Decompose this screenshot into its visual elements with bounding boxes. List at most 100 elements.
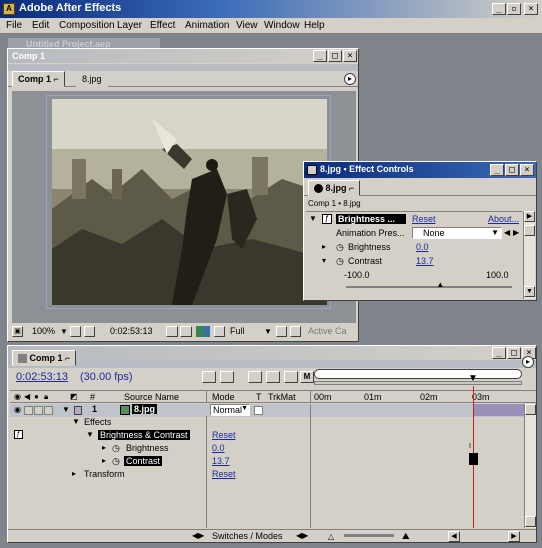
tl-scroll-down-arrow-icon[interactable] <box>525 516 536 527</box>
zoom-out-mountain-icon[interactable]: △ <box>328 532 338 541</box>
tab-comp-1[interactable]: Comp 1 ⌐ <box>12 71 65 87</box>
fx-anim-presets-select[interactable]: None ▼ <box>412 227 502 239</box>
switches-right-arrow-icon[interactable]: ◀▶ <box>296 531 308 540</box>
fx-scrollbar[interactable]: ▶ ▼ <box>523 211 535 299</box>
brightness-expand-icon[interactable]: ▸ <box>102 443 106 452</box>
fx-tab-8jpg[interactable]: 8.jpg ⌐ <box>308 180 361 196</box>
tab-8jpg[interactable]: 8.jpg <box>76 71 108 87</box>
transform-reset-link[interactable]: Reset <box>212 469 236 479</box>
transform-expand-icon[interactable]: ▸ <box>72 469 76 478</box>
effect-expand-icon[interactable]: ▼ <box>86 430 94 439</box>
fx-contrast-slider-track[interactable]: ▲ <box>346 280 512 289</box>
fx-contrast-value[interactable]: 13.7 <box>416 256 434 266</box>
fx-contrast-collapse-icon[interactable]: ▾ <box>322 256 326 265</box>
effect-reset-link[interactable]: Reset <box>212 430 236 440</box>
comp-window-titlebar[interactable]: Comp 1 _ □ × <box>8 49 358 63</box>
tl-motion-blur-icon[interactable]: M <box>300 371 314 383</box>
brightness-property-row[interactable]: ▸ ◷ Brightness 0.0 <box>10 443 310 456</box>
fx-contrast-stopwatch-icon[interactable]: ◷ <box>336 256 344 267</box>
menu-composition[interactable]: Composition <box>59 20 115 31</box>
layer-label-color[interactable] <box>74 406 82 415</box>
rgb-channel-icon[interactable] <box>196 326 210 337</box>
fx-window-titlebar[interactable]: 8.jpg • Effect Controls _ □ × <box>304 162 536 178</box>
effect-name[interactable]: Brightness & Contrast <box>98 430 190 440</box>
layer-lock-toggle[interactable] <box>44 406 53 415</box>
fx-about-link[interactable]: About... <box>488 214 519 224</box>
comp-menu-arrow-icon[interactable]: ▸ <box>344 73 356 85</box>
menu-view[interactable]: View <box>236 20 258 31</box>
fx-close-button[interactable]: × <box>520 164 534 176</box>
zoom-dropdown-icon[interactable]: ▼ <box>60 327 68 336</box>
tl-scroll-up-arrow-icon[interactable] <box>525 404 536 415</box>
tl-frame-blending-icon[interactable] <box>284 371 298 383</box>
fx-scroll-thumb[interactable] <box>524 225 535 236</box>
menu-animation[interactable]: Animation <box>185 20 229 31</box>
layer-row-1[interactable]: ◉ ▼ 1 8.jpg Normal ▼ <box>10 404 536 417</box>
timeline-timecode[interactable]: 0:02:53:13 <box>16 371 68 383</box>
comp-options-icon[interactable]: ▣ <box>12 326 23 337</box>
effects-group-row[interactable]: ▼ Effects <box>10 417 310 430</box>
fx-expand-triangle-icon[interactable]: ▼ <box>309 214 317 223</box>
safe-zones-icon[interactable] <box>70 326 81 337</box>
col-source-name[interactable]: Source Name <box>124 392 179 402</box>
fx-enable-icon[interactable]: ƒ <box>322 214 332 224</box>
layer-visibility-eye-icon[interactable]: ◉ <box>14 405 21 414</box>
tl-comp-flowchart-icon[interactable] <box>202 371 216 383</box>
show-snapshot-icon[interactable] <box>180 326 192 337</box>
current-time-indicator-head-icon[interactable]: ▼ <box>468 373 478 384</box>
menu-layer[interactable]: Layer <box>117 20 142 31</box>
zoom-value[interactable]: 100% <box>32 326 55 336</box>
region-of-interest-icon[interactable] <box>276 326 287 337</box>
layer-audio-toggle[interactable] <box>24 406 33 415</box>
fx-maximize-button[interactable]: □ <box>505 164 519 176</box>
brightness-value[interactable]: 0.0 <box>212 443 225 453</box>
comp-close-button[interactable]: × <box>343 50 357 62</box>
contrast-expand-icon[interactable]: ▸ <box>102 456 106 465</box>
effects-expand-icon[interactable]: ▼ <box>72 417 80 426</box>
time-navigator-bar[interactable] <box>314 381 522 385</box>
comp-timecode[interactable]: 0:02:53:13 <box>110 326 153 336</box>
minimize-button[interactable]: _ <box>492 3 506 15</box>
menu-effect[interactable]: Effect <box>150 20 175 31</box>
brightness-stopwatch-icon[interactable]: ◷ <box>112 443 120 454</box>
tl-draft-3d-icon[interactable] <box>248 371 262 383</box>
tl-shy-layers-icon[interactable] <box>266 371 280 383</box>
snapshot-icon[interactable] <box>166 326 178 337</box>
resolution-value[interactable]: Full <box>230 326 245 336</box>
contrast-stopwatch-icon[interactable]: ◷ <box>112 456 120 467</box>
menu-window[interactable]: Window <box>264 20 300 31</box>
fx-prev-preset-icon[interactable]: ◀ <box>504 228 510 237</box>
timeline-vertical-scrollbar[interactable] <box>524 404 536 528</box>
restore-button[interactable]: ▫ <box>507 3 521 15</box>
contrast-property-row[interactable]: ▸ ◷ Contrast 13.7 <box>10 456 310 469</box>
tl-scroll-left-arrow-icon[interactable]: ◀ <box>448 531 460 542</box>
layer-solo-toggle[interactable] <box>34 406 43 415</box>
fx-scroll-up-arrow-icon[interactable]: ▶ <box>524 211 535 222</box>
tl-scroll-right-arrow-icon[interactable]: ▶ <box>508 531 520 542</box>
transform-group-row[interactable]: ▸ Transform Reset <box>10 469 310 482</box>
switches-left-arrow-icon[interactable]: ◀▶ <box>192 531 204 540</box>
fx-minimize-button[interactable]: _ <box>490 164 504 176</box>
comp-minimize-button[interactable]: _ <box>313 50 327 62</box>
close-button[interactable]: × <box>524 3 538 15</box>
fx-brightness-value[interactable]: 0.0 <box>416 242 429 252</box>
fx-contrast-slider-thumb[interactable]: ▲ <box>436 280 444 289</box>
tl-live-update-icon[interactable] <box>220 371 234 383</box>
layer-expand-icon[interactable]: ▼ <box>62 405 70 414</box>
active-camera-value[interactable]: Active Ca <box>308 326 347 336</box>
layer-preserve-transparency-toggle[interactable] <box>254 406 263 415</box>
contrast-keyframe-icon[interactable] <box>469 453 478 465</box>
brightness-keyframe-marker[interactable]: I <box>469 443 471 450</box>
fx-reset-link[interactable]: Reset <box>412 214 436 224</box>
transparency-grid-icon[interactable] <box>290 326 301 337</box>
zoom-in-mountain-icon[interactable]: ⛰︎ <box>402 531 410 542</box>
timeline-tab-comp-1[interactable]: Comp 1 ⌐ <box>12 350 77 366</box>
timeline-zoom-slider[interactable] <box>344 534 394 537</box>
layer-duration-bar[interactable] <box>474 404 526 416</box>
effect-enable-checkbox[interactable]: ƒ <box>14 430 23 439</box>
resolution-dropdown-icon[interactable]: ▼ <box>264 327 272 336</box>
menu-file[interactable]: File <box>6 20 22 31</box>
transparency-icon[interactable] <box>214 326 225 337</box>
timeline-menu-arrow-icon[interactable]: ▸ <box>522 356 534 368</box>
contrast-value[interactable]: 13.7 <box>212 456 230 466</box>
